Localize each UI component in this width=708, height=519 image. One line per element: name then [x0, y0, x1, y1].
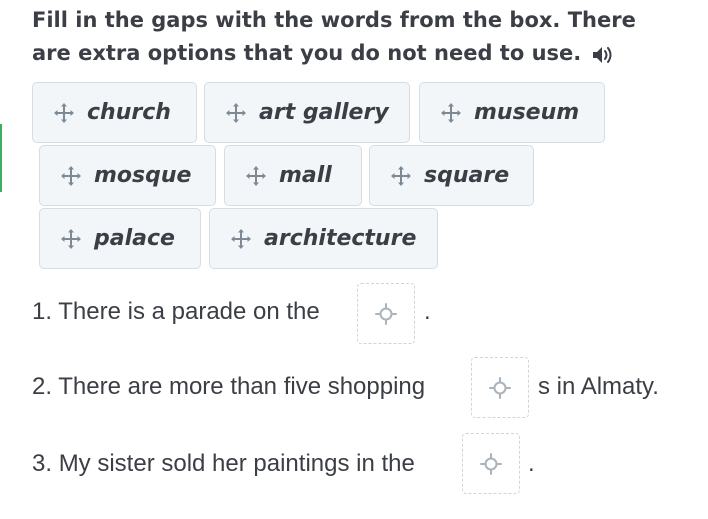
- instruction-label: Fill in the gaps with the words from the…: [32, 8, 636, 65]
- gap-drop-target-3[interactable]: [462, 433, 520, 494]
- move-icon: [226, 102, 246, 123]
- word-chip-museum[interactable]: museum: [419, 82, 605, 143]
- sentence-text-before: There are more than five shopping: [58, 373, 426, 400]
- sentence-2-end: s in Almaty.: [538, 373, 659, 400]
- move-icon: [61, 228, 81, 249]
- chip-label: architecture: [264, 226, 417, 251]
- instruction-text: Fill in the gaps with the words from the…: [32, 4, 672, 70]
- word-chip-art-gallery[interactable]: art gallery: [204, 82, 410, 143]
- chip-label: square: [424, 163, 510, 188]
- sentence-text-before: My sister sold her paintings in the: [58, 450, 415, 477]
- speaker-icon[interactable]: [591, 42, 617, 63]
- move-icon: [231, 228, 251, 249]
- sentence-2: 2. There are more than five shopping: [32, 373, 425, 401]
- word-chip-architecture[interactable]: architecture: [209, 208, 438, 269]
- chip-label: mosque: [94, 163, 192, 188]
- move-icon: [61, 165, 81, 186]
- chip-label: mall: [279, 163, 332, 188]
- chip-label: museum: [474, 100, 580, 125]
- sentence-3: 3. My sister sold her paintings in the: [32, 450, 415, 478]
- sentence-1-end: .: [424, 298, 431, 325]
- move-icon: [54, 102, 74, 123]
- word-chip-palace[interactable]: palace: [39, 208, 201, 269]
- move-icon: [391, 165, 411, 186]
- word-chip-mosque[interactable]: mosque: [39, 145, 216, 206]
- sentence-number: 1.: [32, 298, 53, 325]
- chip-label: church: [87, 100, 171, 125]
- chip-label: palace: [94, 226, 175, 251]
- move-icon: [441, 102, 461, 123]
- chip-label: art gallery: [259, 100, 389, 125]
- sentence-number: 2.: [32, 373, 53, 400]
- sentence-1: 1. There is a parade on the: [32, 298, 320, 326]
- move-icon: [246, 165, 266, 186]
- gap-drop-target-2[interactable]: [471, 357, 529, 418]
- drop-target-icon: [375, 302, 397, 325]
- sentence-text-before: There is a parade on the: [58, 298, 320, 325]
- drop-target-icon: [489, 376, 511, 399]
- word-chip-mall[interactable]: mall: [224, 145, 362, 206]
- active-indicator: [0, 124, 2, 192]
- word-chip-church[interactable]: church: [32, 82, 197, 143]
- word-chip-square[interactable]: square: [369, 145, 534, 206]
- sentence-3-end: .: [528, 450, 535, 477]
- gap-drop-target-1[interactable]: [357, 283, 415, 344]
- sentence-number: 3.: [32, 450, 53, 477]
- drop-target-icon: [480, 452, 502, 475]
